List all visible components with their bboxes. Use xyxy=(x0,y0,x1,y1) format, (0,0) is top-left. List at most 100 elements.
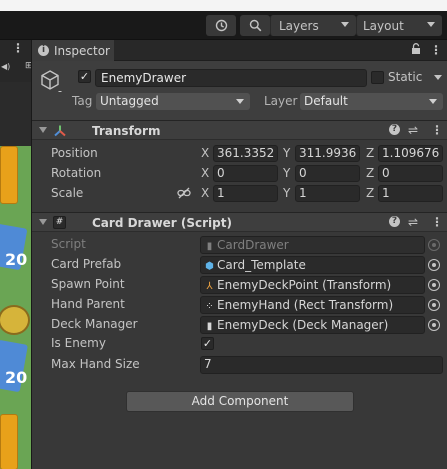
kebab-menu-icon[interactable]: ⋮ xyxy=(431,215,443,229)
max-hand-size-label: Max Hand Size xyxy=(51,357,140,371)
card-prefab-value: Card_Template xyxy=(217,258,306,272)
layer-label: Layer xyxy=(264,94,298,108)
spawn-point-value: EnemyDeckPoint (Transform) xyxy=(217,278,392,292)
kebab-menu-icon[interactable]: ⋮ xyxy=(431,123,443,137)
tag-label: Tag xyxy=(72,94,93,108)
scale-z-field[interactable]: 1 xyxy=(378,185,443,202)
layer-value: Default xyxy=(304,94,348,108)
tab-inspector[interactable]: i Inspector xyxy=(32,40,114,61)
is-enemy-label: Is Enemy xyxy=(51,336,106,350)
info-icon: i xyxy=(38,45,49,56)
object-picker-icon xyxy=(428,239,440,251)
layout-dropdown[interactable]: Layout xyxy=(356,15,442,36)
inspector-tabbar: i Inspector ⋮ xyxy=(32,40,447,61)
component-title: Transform xyxy=(92,124,161,138)
static-checkbox[interactable] xyxy=(371,71,384,84)
preset-icon[interactable]: ⇌ xyxy=(408,123,418,137)
history-button[interactable] xyxy=(206,15,236,36)
foldout-arrow-icon[interactable] xyxy=(39,219,47,225)
transform-component-header[interactable]: Transform ? ⇌ ⋮ xyxy=(32,120,447,140)
kebab-menu-icon[interactable]: ⋮ xyxy=(12,41,24,55)
axis-x-label[interactable]: X xyxy=(201,186,209,200)
script-field: ▮ CardDrawer xyxy=(200,236,425,254)
rotation-y-field[interactable]: 0 xyxy=(295,165,360,182)
axis-y-label[interactable]: Y xyxy=(283,186,290,200)
script-value: CardDrawer xyxy=(217,238,289,252)
deck-manager-value: EnemyDeck (Deck Manager) xyxy=(217,318,389,332)
static-label: Static xyxy=(388,70,423,84)
axis-z-label[interactable]: Z xyxy=(366,166,374,180)
axis-y-label[interactable]: Y xyxy=(283,166,290,180)
axis-z-label[interactable]: Z xyxy=(366,186,374,200)
preset-icon[interactable]: ⇌ xyxy=(408,215,418,229)
gameobject-name-field[interactable]: EnemyDrawer xyxy=(95,69,367,87)
chevron-down-icon xyxy=(236,99,244,104)
script-enabled-checkbox[interactable]: # xyxy=(53,216,66,229)
foldout-arrow-icon[interactable] xyxy=(39,127,47,133)
kebab-menu-icon[interactable]: ⋮ xyxy=(430,43,442,57)
search-button[interactable] xyxy=(240,15,270,36)
chevron-down-icon xyxy=(427,22,435,27)
axis-y-label[interactable]: Y xyxy=(283,146,290,160)
search-icon xyxy=(249,19,261,32)
card-prefab-label: Card Prefab xyxy=(51,257,122,271)
chevron-down-icon xyxy=(429,99,437,104)
max-hand-size-field[interactable]: 7 xyxy=(200,356,443,374)
position-y-field[interactable]: 311.9936 xyxy=(295,145,360,162)
add-component-button[interactable]: Add Component xyxy=(126,391,354,412)
component-title: Card Drawer (Script) xyxy=(92,216,232,230)
audio-icon[interactable]: ◀) xyxy=(1,62,10,71)
lock-icon[interactable] xyxy=(411,43,421,58)
scene-viewport[interactable]: 20 20 xyxy=(0,146,31,469)
object-picker-icon[interactable] xyxy=(428,299,440,311)
card-sprite xyxy=(0,305,30,335)
card-drawer-component-header[interactable]: # Card Drawer (Script) ? ⇌ ⋮ xyxy=(32,212,447,232)
spawn-point-label: Spawn Point xyxy=(51,277,125,291)
scale-x-field[interactable]: 1 xyxy=(213,185,278,202)
spawn-point-field[interactable]: ⅄ EnemyDeckPoint (Transform) xyxy=(200,276,425,294)
layout-label: Layout xyxy=(363,18,404,33)
transform-icon: ⅄ xyxy=(206,281,213,292)
scene-toolbar: ⋮ ◀) ⊞ xyxy=(0,40,33,82)
tag-dropdown[interactable]: Untagged xyxy=(96,93,250,110)
card-sprite xyxy=(0,414,18,469)
position-z-field[interactable]: 1.109676 xyxy=(378,145,443,162)
position-x-field[interactable]: 361.3352 xyxy=(213,145,278,162)
axis-z-label[interactable]: Z xyxy=(366,146,374,160)
is-enemy-checkbox[interactable]: ✓ xyxy=(201,337,214,350)
script-file-icon: ▮ xyxy=(206,321,213,332)
layers-label: Layers xyxy=(279,18,319,33)
constrain-proportions-icon[interactable] xyxy=(177,187,191,199)
object-picker-icon[interactable] xyxy=(428,279,440,291)
rotation-z-field[interactable]: 0 xyxy=(378,165,443,182)
chevron-down-icon[interactable] xyxy=(434,75,442,80)
deck-manager-field[interactable]: ▮ EnemyDeck (Deck Manager) xyxy=(200,316,425,334)
active-checkbox[interactable]: ✓ xyxy=(78,70,91,83)
card-prefab-field[interactable]: ⬢ Card_Template xyxy=(200,256,425,274)
chevron-down-icon xyxy=(341,22,349,27)
window-top-band xyxy=(0,0,447,11)
help-icon[interactable]: ? xyxy=(389,216,400,227)
axis-x-label[interactable]: X xyxy=(201,146,209,160)
gameobject-header: ✓ EnemyDrawer Static Tag Untagged Layer … xyxy=(32,61,447,121)
tab-label: Inspector xyxy=(54,43,110,58)
position-label: Position xyxy=(51,146,98,160)
prefab-icon: ⬢ xyxy=(205,261,214,272)
tag-value: Untagged xyxy=(100,94,159,108)
history-icon xyxy=(215,19,227,32)
rotation-x-field[interactable]: 0 xyxy=(213,165,278,182)
layer-dropdown[interactable]: Default xyxy=(300,93,443,110)
scale-y-field[interactable]: 1 xyxy=(295,185,360,202)
card-sprite xyxy=(0,146,18,204)
axis-x-label[interactable]: X xyxy=(201,166,209,180)
rect-transform-icon: ⁘ xyxy=(205,301,214,312)
hand-parent-field[interactable]: ⁘ EnemyHand (Rect Transform) xyxy=(200,296,425,314)
layers-dropdown[interactable]: Layers xyxy=(270,15,356,36)
card-cost-text: 20 xyxy=(5,368,28,387)
inspector-panel: i Inspector ⋮ ✓ EnemyDrawer Static Tag U… xyxy=(32,40,447,469)
gameobject-icon[interactable] xyxy=(38,68,62,92)
help-icon[interactable]: ? xyxy=(389,124,400,135)
object-picker-icon[interactable] xyxy=(428,259,440,271)
object-picker-icon[interactable] xyxy=(428,319,440,331)
hand-parent-value: EnemyHand (Rect Transform) xyxy=(217,298,394,312)
